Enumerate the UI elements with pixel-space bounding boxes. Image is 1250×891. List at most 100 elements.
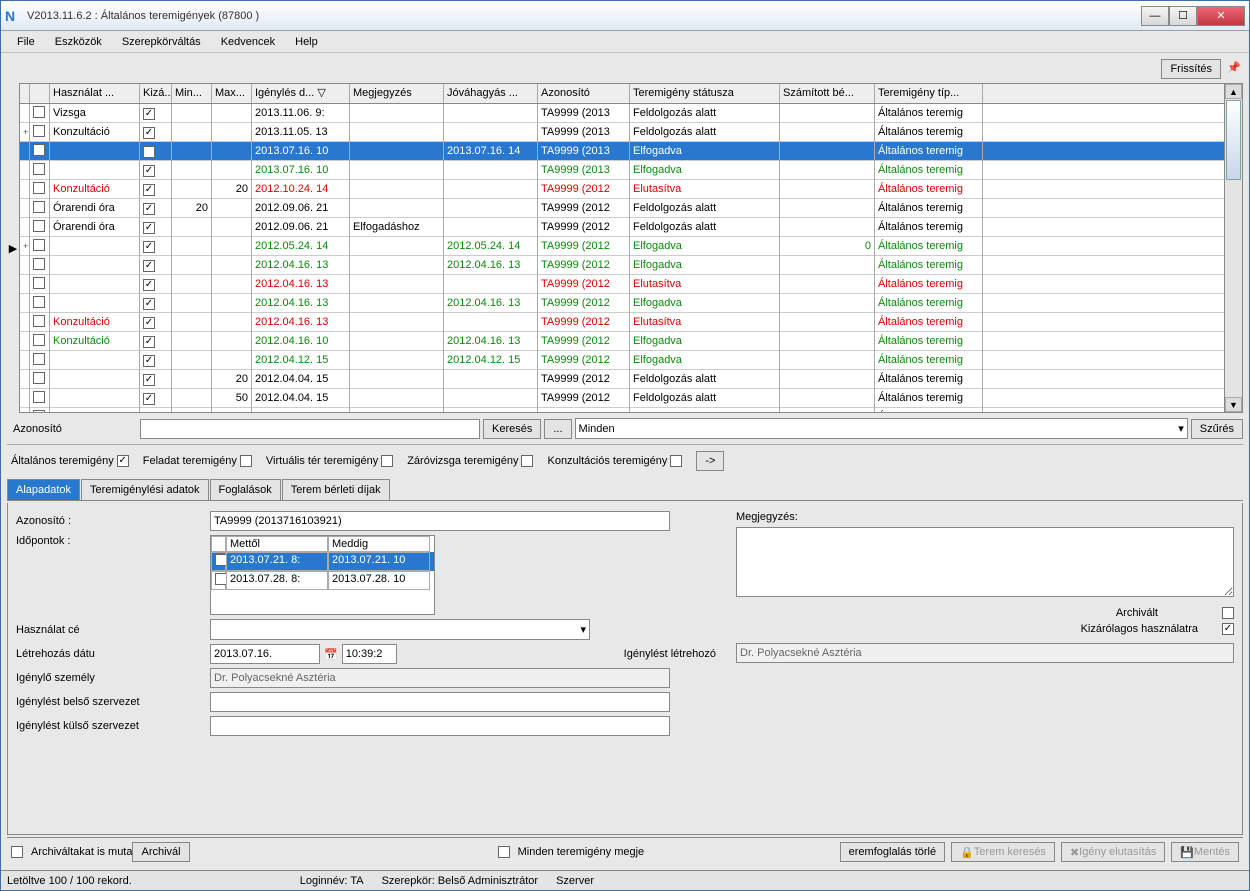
table-row[interactable]: ✓502012.04.04. 15TA9999 (2012Feldolgozás…	[20, 408, 1224, 412]
menu-eszkozok[interactable]: Eszközök	[45, 36, 112, 48]
col-tipus[interactable]: Teremigény típ...	[875, 84, 983, 103]
tab-alapadatok[interactable]: Alapadatok	[7, 479, 80, 500]
tab-teremigenylesi[interactable]: Teremigénylési adatok	[81, 479, 208, 500]
igenylest-kulso-field[interactable]	[210, 716, 670, 736]
table-row[interactable]: +✓2012.05.24. 142012.05.24. 14TA9999 (20…	[20, 237, 1224, 256]
col-szamitott[interactable]: Számított bé...	[780, 84, 875, 103]
col-hasznalat[interactable]: Használat ...	[50, 84, 140, 103]
col-checkbox[interactable]	[30, 84, 50, 103]
azonosito-field[interactable]	[210, 511, 670, 531]
megjegyzes-textarea[interactable]	[736, 527, 1234, 597]
collapse-panel-icon[interactable]: ▶	[7, 83, 19, 413]
pin-icon[interactable]: 📌	[1227, 61, 1243, 77]
hasznalat-dropdown[interactable]: ▾	[210, 619, 590, 640]
letrehozas-label: Létrehozás dátu	[16, 648, 206, 660]
scroll-down-icon[interactable]: ▼	[1225, 397, 1242, 412]
tab-foglalasok[interactable]: Foglalások	[210, 479, 281, 500]
terem-kereses-button: 🔒 Terem keresés	[951, 842, 1055, 862]
table-row[interactable]: ✓202012.04.04. 15TA9999 (2012Feldolgozás…	[20, 370, 1224, 389]
subgrid-col-mettol[interactable]: Mettől	[226, 536, 328, 552]
menu-help[interactable]: Help	[285, 36, 328, 48]
refresh-button[interactable]: Frissítés	[1161, 59, 1221, 79]
col-azonosito[interactable]: Azonosító	[538, 84, 630, 103]
table-row[interactable]: ✓2012.04.16. 13TA9999 (2012ElutasítvaÁlt…	[20, 275, 1224, 294]
scroll-thumb[interactable]	[1226, 100, 1241, 180]
table-row[interactable]: +Konzultáció✓2013.11.05. 13TA9999 (2013F…	[20, 123, 1224, 142]
kizarolagos-checkbox[interactable]: ✓	[1222, 623, 1234, 635]
table-row[interactable]: Konzultáció✓202012.10.24. 14TA9999 (2012…	[20, 180, 1224, 199]
search-button[interactable]: Keresés	[483, 419, 541, 439]
status-szerver: Szerver	[556, 875, 594, 887]
close-button[interactable]: ✕	[1197, 6, 1245, 26]
apply-filter-button[interactable]: ->	[696, 451, 724, 471]
igenylest-kulso-label: Igénylést külső szervezet	[16, 720, 206, 732]
igenylo-szemely-label: Igénylő személy	[16, 672, 206, 684]
search-dropdown[interactable]: Minden ▾	[575, 418, 1188, 439]
filter5-checkbox[interactable]	[670, 455, 682, 467]
subgrid-row[interactable]: 2013.07.21. 8:2013.07.21. 10	[211, 552, 434, 571]
filter3-label: Virtuális tér teremigény	[266, 455, 378, 467]
igenylo-szemely-field	[210, 668, 670, 688]
menu-kedvencek[interactable]: Kedvencek	[211, 36, 285, 48]
col-statusz[interactable]: Teremigény státusza	[630, 84, 780, 103]
letrehozas-date-field[interactable]	[210, 644, 320, 664]
table-row[interactable]: ✓2012.04.16. 132012.04.16. 13TA9999 (201…	[20, 294, 1224, 313]
teremfoglalas-torles-button[interactable]: eremfoglalás törlé	[840, 842, 945, 862]
statusbar: Letöltve 100 / 100 rekord. Loginnév: TA …	[1, 870, 1249, 890]
detail-tabs: Alapadatok Teremigénylési adatok Foglalá…	[7, 479, 1243, 501]
idopontok-label: Időpontok :	[16, 535, 206, 547]
subgrid-col-meddig[interactable]: Meddig	[328, 536, 430, 552]
minimize-button[interactable]: —	[1141, 6, 1169, 26]
filter-button[interactable]: Szűrés	[1191, 419, 1243, 439]
type-filter-row: Általános teremigény✓ Feladat teremigény…	[7, 444, 1243, 477]
filter4-checkbox[interactable]	[521, 455, 533, 467]
tab-berleti[interactable]: Terem bérleti díjak	[282, 479, 390, 500]
table-row[interactable]: Vizsga✓2013.11.06. 9:TA9999 (2013Feldolg…	[20, 104, 1224, 123]
main-grid: Használat ... Kizá... Min... Max... Igén…	[20, 84, 1224, 412]
col-expand	[20, 84, 30, 103]
subgrid-row[interactable]: 2013.07.28. 8:2013.07.28. 10	[211, 571, 434, 590]
calendar-icon[interactable]: 📅	[324, 648, 338, 661]
search-more-button[interactable]: ...	[544, 419, 571, 439]
window-title: V2013.11.6.2 : Általános teremigények (8…	[27, 10, 1141, 22]
table-row[interactable]: Konzultáció✓2012.04.16. 102012.04.16. 13…	[20, 332, 1224, 351]
filter1-checkbox[interactable]: ✓	[117, 455, 129, 467]
minden-checkbox[interactable]	[498, 846, 510, 858]
archivaltakat-checkbox[interactable]	[11, 846, 23, 858]
col-igenyles[interactable]: Igénylés d... ▽	[252, 84, 350, 103]
filter5-label: Konzultációs teremigény	[547, 455, 667, 467]
igenylest-belso-label: Igénylést belső szervezet	[16, 696, 206, 708]
col-megjegyzes[interactable]: Megjegyzés	[350, 84, 444, 103]
table-row[interactable]: Konzultáció✓2012.04.16. 13TA9999 (2012El…	[20, 313, 1224, 332]
menu-file[interactable]: File	[7, 36, 45, 48]
chevron-down-icon: ▾	[1178, 422, 1184, 435]
col-kizarolag[interactable]: Kizá...	[140, 84, 172, 103]
filter4-label: Záróvizsga teremigény	[407, 455, 518, 467]
igenylest-belso-field[interactable]	[210, 692, 670, 712]
filter2-checkbox[interactable]	[240, 455, 252, 467]
table-row[interactable]: Órarendi óra✓202012.09.06. 21TA9999 (201…	[20, 199, 1224, 218]
table-row[interactable]: ✓502012.04.04. 15TA9999 (2012Feldolgozás…	[20, 389, 1224, 408]
filter3-checkbox[interactable]	[381, 455, 393, 467]
igenylest-letrehozo-label: Igénylést létrehozó	[624, 648, 716, 660]
menu-szerepkorvaltas[interactable]: Szerepkörváltás	[112, 36, 211, 48]
archivalt-label: Archivált	[1116, 607, 1158, 619]
grid-scrollbar[interactable]: ▲ ▼	[1224, 84, 1242, 412]
mentes-button: 💾 Mentés	[1171, 842, 1239, 862]
col-jovahagyas[interactable]: Jóváhagyás ...	[444, 84, 538, 103]
col-max[interactable]: Max...	[212, 84, 252, 103]
filter1-label: Általános teremigény	[11, 455, 114, 467]
maximize-button[interactable]: ☐	[1169, 6, 1197, 26]
table-row[interactable]: ✓2013.07.16. 102013.07.16. 14TA9999 (201…	[20, 142, 1224, 161]
table-row[interactable]: Órarendi óra✓2012.09.06. 21ElfogadáshozT…	[20, 218, 1224, 237]
scroll-up-icon[interactable]: ▲	[1225, 84, 1242, 99]
col-min[interactable]: Min...	[172, 84, 212, 103]
archival-button[interactable]: Archivál	[132, 842, 189, 862]
archivalt-checkbox[interactable]	[1222, 607, 1234, 619]
table-row[interactable]: ✓2012.04.16. 132012.04.16. 13TA9999 (201…	[20, 256, 1224, 275]
search-input[interactable]	[140, 419, 480, 439]
table-row[interactable]: ✓2013.07.16. 10TA9999 (2013ElfogadvaÁlta…	[20, 161, 1224, 180]
letrehozas-time-field[interactable]	[342, 644, 397, 664]
app-icon: N	[5, 8, 21, 24]
table-row[interactable]: ✓2012.04.12. 152012.04.12. 15TA9999 (201…	[20, 351, 1224, 370]
